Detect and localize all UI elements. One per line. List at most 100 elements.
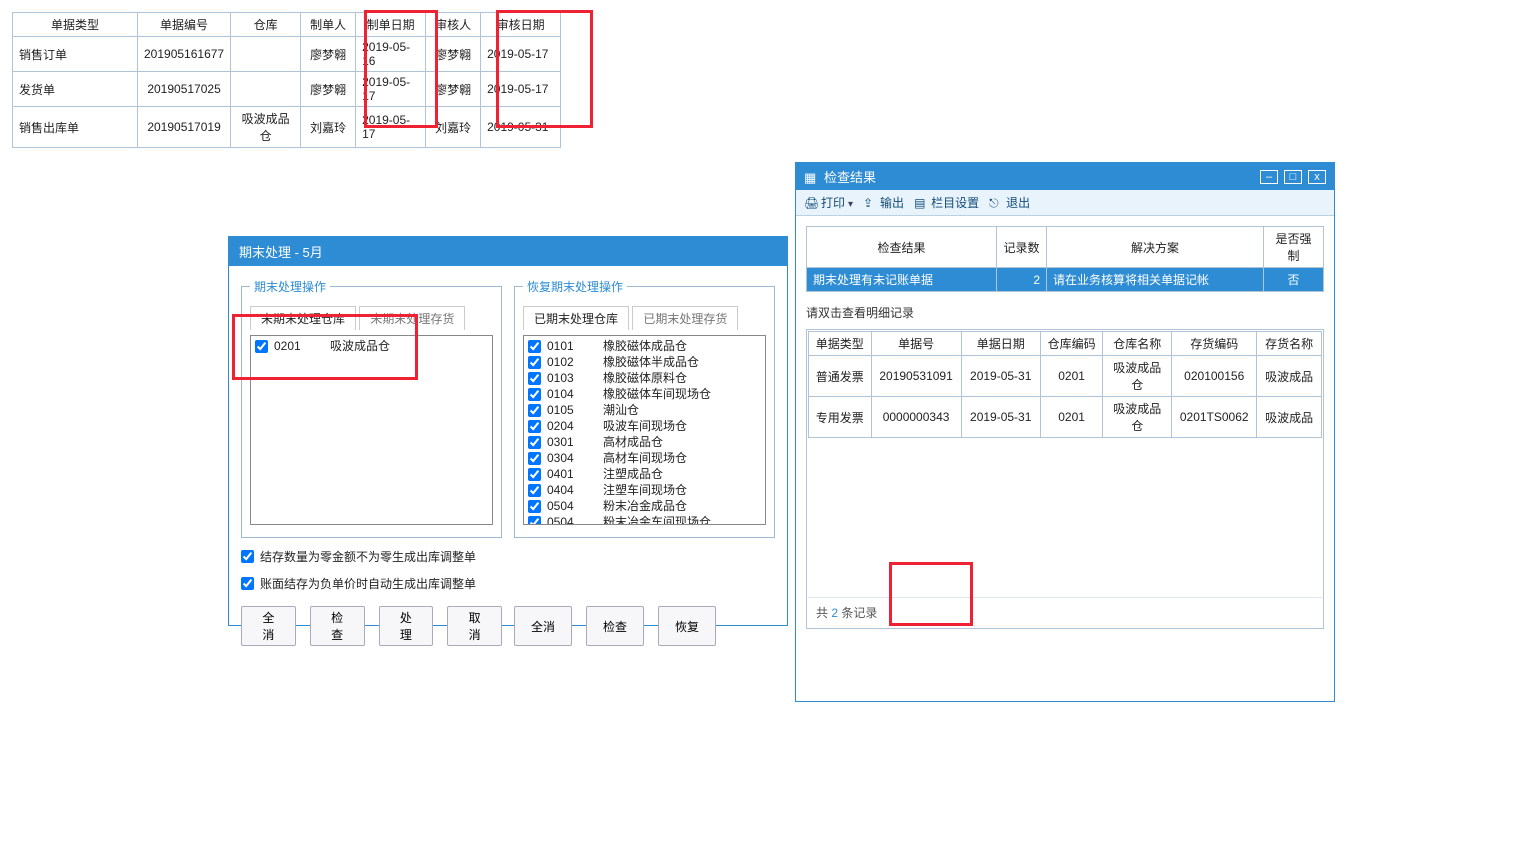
list-item[interactable]: 0104橡胶磁体车间现场仓 xyxy=(528,386,761,402)
th-inv-code: 存货编码 xyxy=(1172,332,1257,356)
th-bill-date: 单据日期 xyxy=(961,332,1040,356)
th-adate: 审核日期 xyxy=(481,13,561,37)
top-documents-table: 单据类型 单据编号 仓库 制单人 制单日期 审核人 审核日期 销售订单 2019… xyxy=(12,12,561,148)
option-label: 账面结存为负单价时自动生成出库调整单 xyxy=(260,575,476,592)
list-item[interactable]: 0103 橡胶磁体原料仓 xyxy=(528,370,761,386)
cell: 吸波成品仓 xyxy=(231,107,301,148)
cell: 2019-05-17 xyxy=(481,37,561,72)
warehouse-checkbox[interactable] xyxy=(528,484,541,497)
table-row[interactable]: 销售出库单 20190517019 吸波成品仓 刘嘉玲 2019-05-17 刘… xyxy=(13,107,561,148)
warehouse-code: 0105 xyxy=(547,402,597,418)
list-item[interactable]: 0304高材车间现场仓 xyxy=(528,450,761,466)
clear-all-button[interactable]: 全消 xyxy=(241,606,296,646)
checkbox-zero-amount[interactable] xyxy=(241,550,254,563)
list-item[interactable]: 0201 吸波成品仓 xyxy=(255,338,488,354)
th-inv-name: 存货名称 xyxy=(1257,332,1322,356)
cell: 2019-05-17 xyxy=(356,107,426,148)
restore-button[interactable]: 恢复 xyxy=(658,606,716,646)
cell: 吸波成品仓 xyxy=(1103,356,1172,397)
table-row[interactable]: 专用发票 0000000343 2019-05-31 0201 吸波成品仓 02… xyxy=(809,397,1322,438)
warehouse-code: 0103 xyxy=(547,370,597,386)
list-item[interactable]: 0301高材成品仓 xyxy=(528,434,761,450)
warehouse-checkbox[interactable] xyxy=(528,356,541,369)
warehouse-checkbox[interactable] xyxy=(528,452,541,465)
th-wh-code: 仓库编码 xyxy=(1040,332,1103,356)
warehouse-name: 橡胶磁体车间现场仓 xyxy=(603,386,761,402)
th-count: 记录数 xyxy=(997,227,1047,268)
close-button[interactable]: x xyxy=(1308,170,1326,184)
warehouse-checkbox[interactable] xyxy=(528,436,541,449)
check-button[interactable]: 检查 xyxy=(586,606,644,646)
export-button[interactable]: 输出 xyxy=(863,194,904,211)
list-item[interactable]: 0401注塑成品仓 xyxy=(528,466,761,482)
list-item[interactable]: 0204吸波车间现场仓 xyxy=(528,418,761,434)
minimize-button[interactable]: – xyxy=(1260,170,1278,184)
warehouse-name: 橡胶磁体原料仓 xyxy=(603,370,761,386)
table-row[interactable]: 销售订单 201905161677 廖梦翱 2019-05-16 廖梦翱 201… xyxy=(13,37,561,72)
group-label: 恢复期末处理操作 xyxy=(523,278,627,295)
hint-text: 请双击查看明细记录 xyxy=(806,304,1324,321)
tool-label: 栏目设置 xyxy=(931,194,979,211)
tabs-unprocessed: 未期末处理仓库 未期末处理存货 xyxy=(250,305,493,329)
exit-button[interactable]: 退出 xyxy=(989,194,1030,211)
column-settings-button[interactable]: 栏目设置 xyxy=(914,194,979,211)
process-button[interactable]: 处理 xyxy=(379,606,434,646)
warehouse-checkbox[interactable] xyxy=(528,420,541,433)
option-negative-price[interactable]: 账面结存为负单价时自动生成出库调整单 xyxy=(241,575,775,592)
th-doc-type: 单据类型 xyxy=(13,13,138,37)
dialog-title: 检查结果 xyxy=(824,167,876,186)
warehouse-code: 0204 xyxy=(547,418,597,434)
list-item[interactable]: 0105潮汕仓 xyxy=(528,402,761,418)
warehouse-name: 橡胶磁体成品仓 xyxy=(603,338,761,354)
dropdown-icon[interactable] xyxy=(848,196,853,210)
warehouse-name: 吸波成品仓 xyxy=(330,338,488,354)
group-label: 期末处理操作 xyxy=(250,278,330,295)
warehouse-checkbox[interactable] xyxy=(528,468,541,481)
summary-row-selected[interactable]: 期末处理有未记账单据 2 请在业务核算将相关单据记帐 否 xyxy=(807,268,1324,292)
table-row[interactable]: 发货单 20190517025 廖梦翱 2019-05-17 廖梦翱 2019-… xyxy=(13,72,561,107)
th-doc-num: 单据编号 xyxy=(138,13,231,37)
maximize-button[interactable]: □ xyxy=(1284,170,1302,184)
cancel-button[interactable]: 取消 xyxy=(447,606,502,646)
warehouse-checkbox[interactable] xyxy=(528,372,541,385)
detail-panel: 单据类型 单据号 单据日期 仓库编码 仓库名称 存货编码 存货名称 普通发票 2 xyxy=(806,329,1324,629)
cell-solution: 请在业务核算将相关单据记帐 xyxy=(1047,268,1264,292)
warehouse-checkbox[interactable] xyxy=(528,404,541,417)
dialog-titlebar[interactable]: ▦ 检查结果 – □ x xyxy=(796,163,1334,190)
tab-processed-warehouse[interactable]: 已期末处理仓库 xyxy=(523,306,629,330)
th-bill-type: 单据类型 xyxy=(809,332,872,356)
warehouse-checkbox[interactable] xyxy=(528,340,541,353)
export-icon xyxy=(863,196,877,210)
list-item[interactable]: 0504粉末冶金车间现场仓 xyxy=(528,514,761,525)
cell: 20190517019 xyxy=(138,107,231,148)
cell xyxy=(231,72,301,107)
print-icon xyxy=(804,196,818,210)
unprocessed-warehouse-list[interactable]: 0201 吸波成品仓 xyxy=(250,335,493,525)
cell-force: 否 xyxy=(1264,268,1324,292)
tab-unprocessed-warehouse[interactable]: 未期末处理仓库 xyxy=(250,306,356,330)
cell: 2019-05-31 xyxy=(961,397,1040,438)
list-item[interactable]: 0404注塑车间现场仓 xyxy=(528,482,761,498)
print-button[interactable]: 打印 xyxy=(804,194,853,211)
check-button[interactable]: 检查 xyxy=(310,606,365,646)
processed-warehouse-list[interactable]: 0101橡胶磁体成品仓0102橡胶磁体半成品仓0103 橡胶磁体原料仓0104橡胶… xyxy=(523,335,766,525)
warehouse-checkbox[interactable] xyxy=(528,388,541,401)
warehouse-name: 高材成品仓 xyxy=(603,434,761,450)
list-item[interactable]: 0504粉末冶金成品仓 xyxy=(528,498,761,514)
option-zero-amount[interactable]: 结存数量为零金额不为零生成出库调整单 xyxy=(241,548,775,565)
cell: 销售订单 xyxy=(13,37,138,72)
clear-all-button[interactable]: 全消 xyxy=(514,606,572,646)
tab-unprocessed-inventory[interactable]: 未期末处理存货 xyxy=(359,306,465,330)
warehouse-checkbox[interactable] xyxy=(528,500,541,513)
list-item[interactable]: 0101橡胶磁体成品仓 xyxy=(528,338,761,354)
warehouse-checkbox[interactable] xyxy=(528,516,541,526)
check-summary-table: 检查结果 记录数 解决方案 是否强制 期末处理有未记账单据 2 请在业务核算将相… xyxy=(806,226,1324,292)
cell: 吸波成品 xyxy=(1257,356,1322,397)
warehouse-checkbox[interactable] xyxy=(255,340,268,353)
cell: 2019-05-31 xyxy=(961,356,1040,397)
list-item[interactable]: 0102橡胶磁体半成品仓 xyxy=(528,354,761,370)
cell: 销售出库单 xyxy=(13,107,138,148)
checkbox-negative-price[interactable] xyxy=(241,577,254,590)
tab-processed-inventory[interactable]: 已期末处理存货 xyxy=(632,306,738,330)
table-row[interactable]: 普通发票 20190531091 2019-05-31 0201 吸波成品仓 0… xyxy=(809,356,1322,397)
